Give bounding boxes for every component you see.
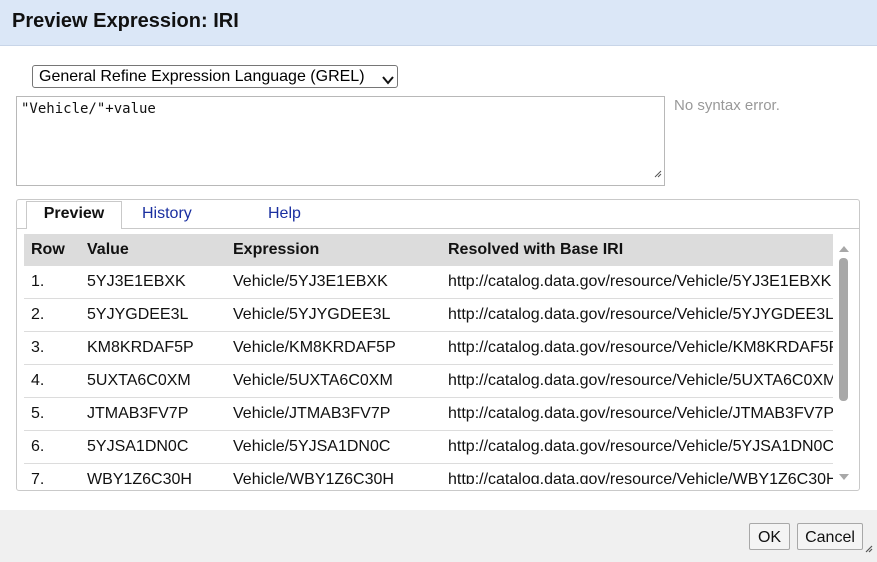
row-number: 6. bbox=[24, 430, 80, 464]
table-row: 4. 5UXTA6C0XM Vehicle/5UXTA6C0XM http://… bbox=[24, 364, 833, 398]
table-row: 7. WBY1Z6C30H Vehicle/WBY1Z6C30H http://… bbox=[24, 463, 833, 484]
expression-input[interactable]: "Vehicle/"+value bbox=[16, 96, 665, 186]
table-row: 6. 5YJSA1DN0C Vehicle/5YJSA1DN0C http://… bbox=[24, 430, 833, 464]
expression-language-select[interactable]: General Refine Expression Language (GREL… bbox=[32, 65, 398, 88]
table-row: 2. 5YJYGDEE3L Vehicle/5YJYGDEE3L http://… bbox=[24, 298, 833, 332]
column-header-value: Value bbox=[80, 234, 226, 266]
expression-text: "Vehicle/"+value bbox=[21, 101, 156, 117]
row-number: 1. bbox=[24, 266, 80, 299]
table-header-row: Row Value Expression Resolved with Base … bbox=[24, 234, 833, 266]
row-value: JTMAB3FV7P bbox=[80, 397, 226, 431]
dialog-title-bar: Preview Expression: IRI bbox=[0, 0, 877, 46]
preview-table-scrollbar[interactable] bbox=[836, 236, 852, 482]
row-resolved-iri: http://catalog.data.gov/resource/Vehicle… bbox=[441, 266, 833, 299]
row-expression: Vehicle/5YJSA1DN0C bbox=[226, 430, 441, 464]
dialog-footer bbox=[0, 510, 877, 562]
dialog-title: Preview Expression: IRI bbox=[12, 10, 239, 32]
row-resolved-iri: http://catalog.data.gov/resource/Vehicle… bbox=[441, 364, 833, 398]
preview-table: Row Value Expression Resolved with Base … bbox=[24, 234, 833, 484]
row-expression: Vehicle/WBY1Z6C30H bbox=[226, 463, 441, 484]
row-expression: Vehicle/5YJ3E1EBXK bbox=[226, 266, 441, 299]
row-value: 5YJYGDEE3L bbox=[80, 298, 226, 332]
expression-language-selected: General Refine Expression Language (GREL… bbox=[39, 68, 365, 85]
row-value: KM8KRDAF5P bbox=[80, 331, 226, 365]
column-header-expression: Expression bbox=[226, 234, 441, 266]
row-resolved-iri: http://catalog.data.gov/resource/Vehicle… bbox=[441, 430, 833, 464]
tab-preview[interactable]: Preview bbox=[26, 201, 122, 229]
scroll-up-arrow-icon[interactable] bbox=[838, 240, 850, 258]
row-expression: Vehicle/JTMAB3FV7P bbox=[226, 397, 441, 431]
row-number: 7. bbox=[24, 463, 80, 484]
row-number: 3. bbox=[24, 331, 80, 365]
resize-grip-icon[interactable] bbox=[863, 540, 873, 558]
row-resolved-iri: http://catalog.data.gov/resource/Vehicle… bbox=[441, 397, 833, 431]
column-header-row: Row bbox=[24, 234, 80, 266]
tab-help[interactable]: Help bbox=[268, 201, 301, 228]
table-row: 3. KM8KRDAF5P Vehicle/KM8KRDAF5P http://… bbox=[24, 331, 833, 365]
scrollbar-thumb[interactable] bbox=[839, 258, 848, 401]
row-expression: Vehicle/5UXTA6C0XM bbox=[226, 364, 441, 398]
row-number: 4. bbox=[24, 364, 80, 398]
resize-grip-icon[interactable] bbox=[653, 165, 662, 183]
preview-table-container: Row Value Expression Resolved with Base … bbox=[24, 234, 833, 484]
row-value: 5YJSA1DN0C bbox=[80, 430, 226, 464]
table-row: 1. 5YJ3E1EBXK Vehicle/5YJ3E1EBXK http://… bbox=[24, 266, 833, 299]
row-expression: Vehicle/5YJYGDEE3L bbox=[226, 298, 441, 332]
scroll-down-arrow-icon[interactable] bbox=[838, 468, 850, 486]
table-row: 5. JTMAB3FV7P Vehicle/JTMAB3FV7P http://… bbox=[24, 397, 833, 431]
syntax-status: No syntax error. bbox=[674, 97, 780, 114]
row-value: 5UXTA6C0XM bbox=[80, 364, 226, 398]
row-value: WBY1Z6C30H bbox=[80, 463, 226, 484]
row-number: 5. bbox=[24, 397, 80, 431]
row-expression: Vehicle/KM8KRDAF5P bbox=[226, 331, 441, 365]
tab-history[interactable]: History bbox=[142, 201, 192, 228]
row-value: 5YJ3E1EBXK bbox=[80, 266, 226, 299]
column-header-resolved-iri: Resolved with Base IRI bbox=[441, 234, 833, 266]
tab-divider bbox=[17, 228, 859, 229]
cancel-button[interactable]: Cancel bbox=[797, 523, 863, 550]
row-resolved-iri: http://catalog.data.gov/resource/Vehicle… bbox=[441, 331, 833, 365]
row-resolved-iri: http://catalog.data.gov/resource/Vehicle… bbox=[441, 298, 833, 332]
row-resolved-iri: http://catalog.data.gov/resource/Vehicle… bbox=[441, 463, 833, 484]
chevron-down-icon bbox=[382, 72, 394, 90]
row-number: 2. bbox=[24, 298, 80, 332]
ok-button[interactable]: OK bbox=[749, 523, 790, 550]
